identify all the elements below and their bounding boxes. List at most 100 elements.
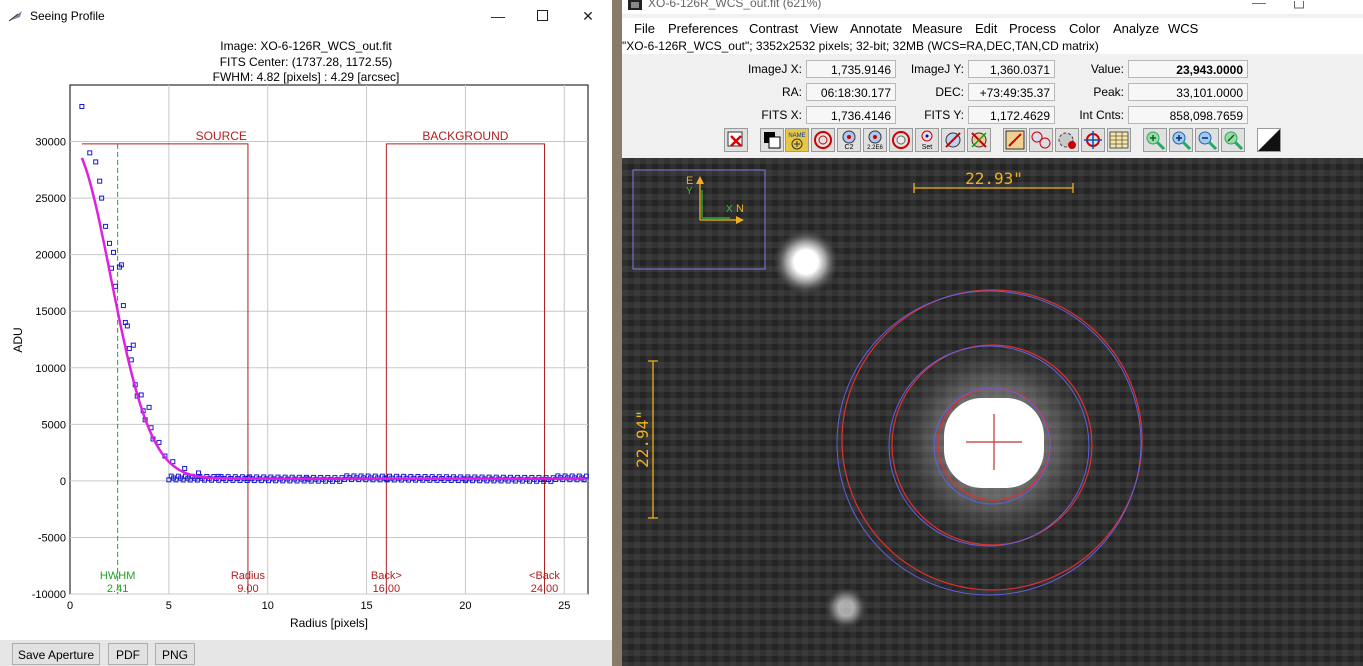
clear-overlay-button[interactable] bbox=[724, 128, 748, 152]
image-canvas[interactable]: E Y X N 22.93" 22.94" bbox=[622, 158, 1363, 666]
menu-analyze[interactable]: Analyze bbox=[1113, 21, 1159, 36]
imagej-x-field: 1,735.9146 bbox=[806, 60, 896, 78]
imagej-x-label: ImageJ X: bbox=[747, 62, 802, 76]
ra-field: 06:18:30.177 bbox=[806, 83, 896, 101]
marker-label: HWHM bbox=[100, 570, 135, 582]
y-tick-label: 15000 bbox=[35, 306, 66, 318]
menu-preferences[interactable]: Preferences bbox=[668, 21, 738, 36]
align-icon[interactable] bbox=[1003, 128, 1027, 152]
faint-star-2 bbox=[824, 586, 868, 630]
image-info-line: "XO-6-126R_WCS_out"; 3352x2532 pixels; 3… bbox=[622, 38, 1363, 54]
radial-profile-button[interactable] bbox=[889, 128, 913, 152]
menu-edit[interactable]: Edit bbox=[975, 21, 997, 36]
ra-label: RA: bbox=[781, 85, 802, 99]
stack-apertures-icon[interactable] bbox=[1029, 128, 1053, 152]
int-cnts-label: Int Cnts: bbox=[1079, 108, 1124, 122]
single-aperture-button[interactable] bbox=[811, 128, 835, 152]
window-title: Seeing Profile bbox=[30, 9, 105, 23]
x-tick-label: 5 bbox=[166, 600, 172, 612]
marker-label: Back> bbox=[371, 570, 402, 582]
set-label: Set bbox=[922, 144, 933, 151]
contrast-icon[interactable] bbox=[1257, 128, 1281, 152]
compass-x-label: X bbox=[726, 204, 733, 215]
pdf-button[interactable]: PDF bbox=[108, 643, 148, 665]
y-tick-label: 10000 bbox=[35, 363, 66, 375]
menu-process[interactable]: Process bbox=[1009, 21, 1056, 36]
marker-value: 16.00 bbox=[373, 583, 401, 595]
menu-measure[interactable]: Measure bbox=[912, 21, 963, 36]
fits-x-label: FITS X: bbox=[761, 108, 802, 122]
peak-label: Peak: bbox=[1093, 85, 1124, 99]
peak-field: 33,101.0000 bbox=[1128, 83, 1248, 101]
y-tick-label: -5000 bbox=[38, 532, 66, 544]
seeing-profile-chart: SOURCE BACKGROUND 0 5 10 15 20 25 -10000 -5000 0… bbox=[11, 84, 589, 630]
c2-label: C2 bbox=[845, 144, 854, 151]
png-button[interactable]: PNG bbox=[155, 643, 195, 665]
name-label: NAME bbox=[788, 133, 805, 139]
marker-label: Radius bbox=[231, 570, 266, 582]
fits-x-field: 1,736.4146 bbox=[806, 106, 896, 124]
multi-aperture-icon[interactable] bbox=[967, 128, 991, 152]
y-tick-label: 20000 bbox=[35, 250, 66, 262]
app-icon bbox=[628, 0, 642, 10]
menu-color[interactable]: Color bbox=[1069, 21, 1100, 36]
horizontal-scale-label: 22.93" bbox=[965, 169, 1023, 188]
close-icon[interactable]: ✕ bbox=[576, 6, 600, 26]
centroid-2e6-button[interactable]: 2.2E6 bbox=[863, 128, 887, 152]
menu-contrast[interactable]: Contrast bbox=[749, 21, 798, 36]
feather-icon bbox=[8, 11, 22, 22]
value-label: Value: bbox=[1090, 62, 1124, 76]
zoom-in-plus-icon[interactable] bbox=[1143, 128, 1167, 152]
source-label: SOURCE bbox=[196, 129, 247, 143]
image-info-text: "XO-6-126R_WCS_out"; 3352x2532 pixels; 3… bbox=[622, 39, 1099, 53]
vertical-scale-label: 22.94" bbox=[633, 410, 652, 468]
y-tick-label: -10000 bbox=[32, 589, 66, 601]
marker-value: 2.41 bbox=[107, 583, 128, 595]
x-tick-label: 15 bbox=[360, 600, 372, 612]
y-tick-label: 5000 bbox=[42, 419, 66, 431]
crosshair-icon[interactable] bbox=[1081, 128, 1105, 152]
y-tick-labels: -10000 -5000 0 5000 10000 15000 20000 25000 3000… bbox=[32, 137, 66, 601]
marker-label: <Back bbox=[529, 570, 560, 582]
set-aperture-button[interactable]: Set bbox=[915, 128, 939, 152]
plot-frame bbox=[69, 84, 589, 595]
compass-north-label: N bbox=[736, 203, 744, 215]
zoom-out-icon[interactable] bbox=[1195, 128, 1219, 152]
image-window: XO-6-126R_WCS_out.fit (621%) — File Pref… bbox=[622, 0, 1363, 666]
zoom-in-icon[interactable] bbox=[1169, 128, 1193, 152]
menu-wcs[interactable]: WCS bbox=[1168, 21, 1198, 36]
table-icon[interactable] bbox=[1107, 128, 1131, 152]
y-axis-label: ADU bbox=[11, 327, 25, 352]
maximize-icon[interactable] bbox=[1294, 0, 1304, 12]
measure-icon[interactable] bbox=[941, 128, 965, 152]
zoom-fit-icon[interactable] bbox=[1221, 128, 1245, 152]
seeing-profile-window: Seeing Profile — ✕ Image: XO-6-126R_WCS_… bbox=[0, 0, 612, 666]
image-window-title: XO-6-126R_WCS_out.fit (621%) bbox=[648, 0, 822, 10]
star-image: E Y X N 22.93" 22.94" bbox=[622, 158, 1363, 666]
maximize-icon[interactable] bbox=[530, 6, 554, 26]
y-tick-label: 30000 bbox=[35, 137, 66, 149]
gear-edit-icon[interactable] bbox=[1055, 128, 1079, 152]
y-tick-label: 0 bbox=[60, 476, 66, 488]
save-aperture-button[interactable]: Save Aperture bbox=[12, 643, 100, 665]
x-axis-label: Radius [pixels] bbox=[290, 616, 368, 630]
menu-annotate[interactable]: Annotate bbox=[850, 21, 902, 36]
menu-file[interactable]: File bbox=[634, 21, 655, 36]
invert-icon[interactable] bbox=[760, 128, 784, 152]
background-label: BACKGROUND bbox=[422, 129, 508, 143]
c2e6-label: 2.2E6 bbox=[867, 145, 883, 151]
seeing-profile-titlebar: Seeing Profile — ✕ bbox=[0, 0, 612, 32]
menu-bar: File Preferences Contrast View Annotate … bbox=[622, 18, 1363, 38]
dec-label: DEC: bbox=[935, 85, 964, 99]
centroid-c2-button[interactable]: C2 bbox=[837, 128, 861, 152]
int-cnts-field: 858,098.7659 bbox=[1128, 106, 1248, 124]
x-tick-label: 10 bbox=[262, 600, 274, 612]
x-tick-label: 25 bbox=[558, 600, 570, 612]
menu-view[interactable]: View bbox=[810, 21, 838, 36]
minimize-icon[interactable]: — bbox=[486, 6, 510, 26]
marker-value: 24.00 bbox=[531, 583, 559, 595]
y-tick-label: 25000 bbox=[35, 193, 66, 205]
value-field: 23,943.0000 bbox=[1128, 60, 1248, 78]
minimize-icon[interactable]: — bbox=[1252, 0, 1266, 10]
name-aperture-button[interactable]: NAME bbox=[785, 128, 809, 152]
